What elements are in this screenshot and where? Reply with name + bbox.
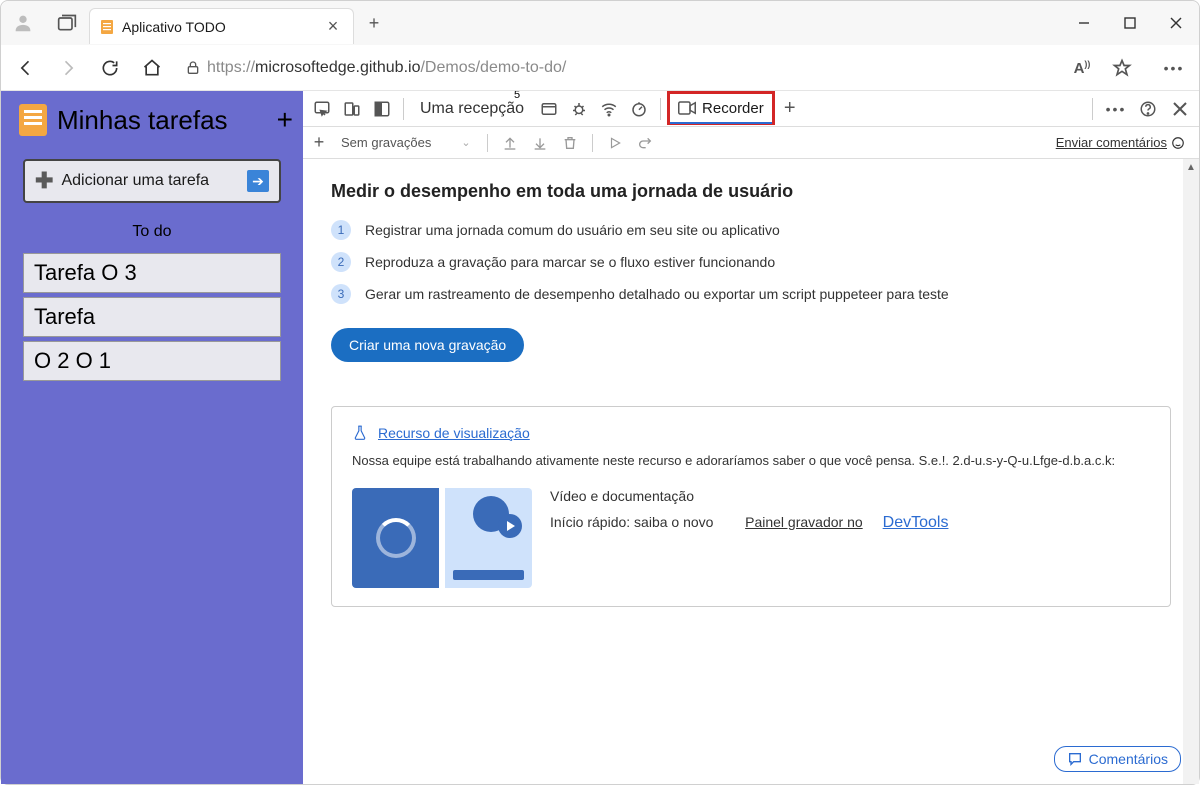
close-icon[interactable]: × xyxy=(323,17,343,37)
panel-recorder-label: Painel gravador no xyxy=(745,514,863,530)
send-feedback-link[interactable]: Enviar comentários xyxy=(1056,135,1193,150)
tab-recorder[interactable]: Recorder xyxy=(667,91,775,125)
feedback-icon xyxy=(1171,136,1185,150)
close-devtools-button[interactable] xyxy=(1165,94,1195,124)
step-text: Reproduza a gravação para marcar se o fl… xyxy=(365,254,775,270)
performance-icon[interactable] xyxy=(624,94,654,124)
address-toolbar: https://microsoftedge.github.io/Demos/de… xyxy=(1,45,1199,91)
expand-plus-icon[interactable]: + xyxy=(277,104,293,136)
dock-icon[interactable] xyxy=(367,94,397,124)
preview-desc: Nossa equipe está trabalhando ativamente… xyxy=(352,453,1150,468)
task-item[interactable]: O 2 O 1 xyxy=(23,341,281,381)
devtools-panel: Uma recepção 5 Recorder + ••• xyxy=(303,91,1199,784)
video-docs-label: Vídeo e documentação xyxy=(550,488,948,504)
home-button[interactable] xyxy=(133,49,171,87)
chevron-down-icon: ⌄ xyxy=(461,136,470,149)
step-number: 1 xyxy=(331,220,351,240)
overflow-badge: 5 xyxy=(514,91,520,101)
profile-button[interactable] xyxy=(1,1,45,45)
new-tab-button[interactable]: + xyxy=(360,9,388,37)
preview-card: Recurso de visualização Nossa equipe est… xyxy=(331,406,1171,607)
bug-icon[interactable] xyxy=(564,94,594,124)
task-list: Tarefa O 3 Tarefa O 2 O 1 xyxy=(23,253,281,381)
inspect-icon[interactable] xyxy=(307,94,337,124)
app-header: Minhas tarefas + xyxy=(1,91,303,149)
maximize-button[interactable] xyxy=(1107,1,1153,45)
tab-actions-button[interactable] xyxy=(45,1,89,45)
page-heading: Medir o desempenho em toda uma jornada d… xyxy=(331,181,1171,202)
task-item[interactable]: Tarefa xyxy=(23,297,281,337)
minimize-button[interactable] xyxy=(1061,1,1107,45)
step-number: 2 xyxy=(331,252,351,272)
chat-icon xyxy=(1067,751,1083,767)
preview-title[interactable]: Recurso de visualização xyxy=(378,425,530,441)
submit-arrow-button[interactable]: ➔ xyxy=(247,170,269,192)
device-toggle-icon[interactable] xyxy=(337,94,367,124)
recorder-tab-label: Recorder xyxy=(702,100,764,117)
settings-more-button[interactable]: ••• xyxy=(1155,49,1193,87)
todo-app: Minhas tarefas + ✚ Adicionar uma tarefa … xyxy=(1,91,303,784)
play-icon[interactable] xyxy=(603,131,627,155)
network-icon[interactable] xyxy=(594,94,624,124)
url-text: https://microsoftedge.github.io/Demos/de… xyxy=(207,59,566,77)
add-task-label: Adicionar uma tarefa xyxy=(61,172,209,190)
recorder-toolbar: + Sem gravações ⌄ Enviar comentários xyxy=(303,127,1199,159)
comments-label: Comentários xyxy=(1089,751,1168,767)
export-up-icon[interactable] xyxy=(498,131,522,155)
devtools-link[interactable]: DevTools xyxy=(883,514,949,532)
address-bar[interactable]: https://microsoftedge.github.io/Demos/de… xyxy=(175,51,1151,85)
more-button[interactable]: ••• xyxy=(1101,94,1131,124)
devtools-tab-strip: Uma recepção 5 Recorder + ••• xyxy=(303,91,1199,127)
video-icon xyxy=(678,101,696,115)
quickstart-label: Início rápido: saiba o novo xyxy=(550,514,713,530)
recorder-body: ▲ Medir o desempenho em toda uma jornada… xyxy=(303,159,1199,784)
elements-tab-icon[interactable] xyxy=(534,94,564,124)
forward-button[interactable] xyxy=(49,49,87,87)
add-task-input[interactable]: ✚ Adicionar uma tarefa ➔ xyxy=(23,159,281,203)
scroll-up-icon[interactable]: ▲ xyxy=(1185,161,1197,173)
delete-icon[interactable] xyxy=(558,131,582,155)
flask-icon xyxy=(352,425,368,441)
task-item[interactable]: Tarefa O 3 xyxy=(23,253,281,293)
add-recording-button[interactable]: + xyxy=(309,128,329,158)
app-title: Minhas tarefas xyxy=(57,105,228,136)
read-aloud-button[interactable]: A)) xyxy=(1063,49,1101,87)
import-down-icon[interactable] xyxy=(528,131,552,155)
more-tabs-button[interactable]: + xyxy=(775,94,805,124)
browser-tab[interactable]: Aplicativo TODO × xyxy=(89,8,354,44)
dropdown-label: Sem gravações xyxy=(341,135,431,150)
help-icon[interactable] xyxy=(1133,94,1163,124)
recordings-dropdown[interactable]: Sem gravações ⌄ xyxy=(335,131,477,155)
step-text: Registrar uma jornada comum do usuário e… xyxy=(365,222,780,238)
redo-icon[interactable] xyxy=(633,131,657,155)
back-button[interactable] xyxy=(7,49,45,87)
step-text: Gerar um rastreamento de desempenho deta… xyxy=(365,286,949,302)
clipboard-icon xyxy=(100,19,114,35)
section-label: To do xyxy=(23,223,281,241)
lock-icon xyxy=(185,60,201,76)
clipboard-icon xyxy=(19,104,47,136)
step-number: 3 xyxy=(331,284,351,304)
titlebar: Aplicativo TODO × + xyxy=(1,1,1199,45)
close-window-button[interactable] xyxy=(1153,1,1199,45)
favorite-button[interactable] xyxy=(1103,49,1141,87)
comments-button[interactable]: Comentários xyxy=(1054,746,1181,772)
plus-icon: ✚ xyxy=(35,168,53,194)
create-recording-button[interactable]: Criar uma nova gravação xyxy=(331,328,524,362)
tab-title: Aplicativo TODO xyxy=(122,19,226,35)
feedback-label: Enviar comentários xyxy=(1056,135,1167,150)
refresh-button[interactable] xyxy=(91,49,129,87)
scrollbar[interactable]: ▲ xyxy=(1183,159,1199,784)
media-thumbnail[interactable] xyxy=(352,488,532,588)
